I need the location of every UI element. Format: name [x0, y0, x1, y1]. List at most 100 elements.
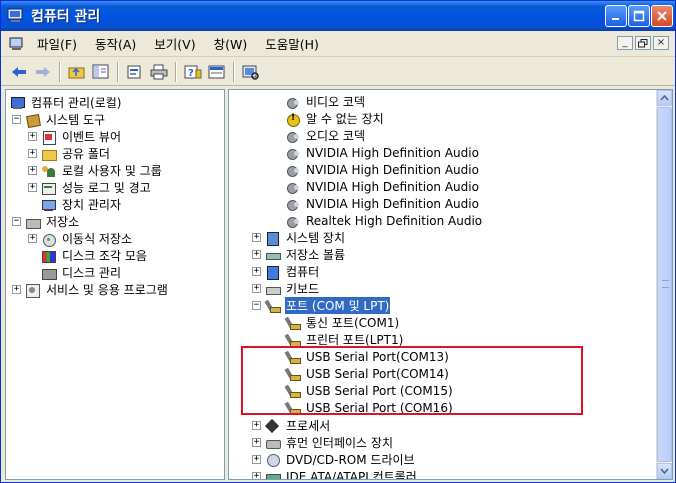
show-hide-tree-icon[interactable] — [91, 63, 111, 81]
menu-action[interactable]: 동작(A) — [89, 32, 142, 55]
close-button[interactable] — [651, 5, 673, 27]
collapse-toggle[interactable]: − — [252, 301, 261, 310]
device-item[interactable]: NVIDIA High Definition Audio — [285, 195, 480, 212]
expand-toggle[interactable]: + — [252, 455, 261, 464]
print-icon[interactable] — [149, 63, 169, 81]
expand-toggle[interactable]: + — [252, 250, 261, 259]
tree-node-system-tools[interactable]: − 시스템 도구 — [12, 111, 106, 128]
pc-icon — [265, 265, 281, 280]
tree-node-device-manager[interactable]: 장치 관리자 — [41, 196, 122, 213]
device-category[interactable]: + 키보드 — [252, 280, 320, 297]
removable-storage-icon — [41, 232, 57, 247]
tree-node-label: 저장소 — [46, 215, 80, 229]
scroll-thumb[interactable] — [657, 107, 672, 462]
tree-node-shared-folders[interactable]: + 공유 폴더 — [28, 145, 111, 162]
scroll-down-button[interactable] — [657, 463, 672, 479]
scan-hardware-icon[interactable] — [241, 63, 261, 81]
child-restore-button[interactable] — [635, 36, 651, 50]
device-item[interactable]: 통신 포트(COM1) — [285, 314, 400, 331]
sound-icon — [285, 146, 301, 160]
device-category[interactable]: + 프로세서 — [252, 417, 331, 434]
menu-window[interactable]: 창(W) — [208, 32, 254, 55]
device-category[interactable]: + IDE ATA/ATAPI 컨트롤러 — [252, 468, 418, 479]
forward-icon[interactable] — [33, 63, 53, 81]
hid-icon — [265, 436, 281, 450]
sound-icon — [285, 197, 301, 211]
expand-toggle[interactable]: + — [252, 284, 261, 293]
device-category[interactable]: + 컴퓨터 — [252, 263, 320, 280]
title-bar[interactable]: 컴퓨터 관리 — [1, 1, 675, 31]
expand-toggle[interactable]: + — [12, 285, 21, 294]
device-category-ports[interactable]: − 포트 (COM 및 LPT) — [252, 297, 391, 314]
expand-toggle[interactable]: + — [28, 149, 37, 158]
performance-icon — [41, 181, 57, 195]
up-folder-icon[interactable] — [67, 63, 87, 81]
document-icon — [9, 37, 25, 51]
back-icon[interactable] — [9, 63, 29, 81]
toolbar-separator — [59, 61, 61, 82]
expand-toggle[interactable]: + — [252, 267, 261, 276]
properties-icon[interactable] — [125, 63, 145, 81]
device-category[interactable]: + 저장소 볼륨 — [252, 246, 346, 263]
expand-toggle[interactable]: + — [252, 421, 261, 430]
menu-view[interactable]: 보기(V) — [148, 32, 201, 55]
device-item[interactable]: NVIDIA High Definition Audio — [285, 178, 480, 195]
expand-toggle[interactable]: + — [252, 438, 261, 447]
scroll-up-button[interactable] — [657, 90, 672, 106]
device-category[interactable]: + 시스템 장치 — [252, 229, 346, 246]
tree-node-disk-defragmenter[interactable]: 디스크 조각 모음 — [41, 247, 148, 264]
system-device-icon — [265, 231, 281, 246]
minimize-button[interactable] — [605, 5, 627, 27]
ide-controller-icon — [265, 470, 281, 479]
device-label: 비디오 코덱 — [306, 95, 366, 109]
tree-node-services-applications[interactable]: + 서비스 및 응용 프로그램 — [12, 281, 169, 298]
console-tree-pane[interactable]: 컴퓨터 관리(로컬) − 시스템 도구 + 이벤트 뷰어 + 공유 폴더 + 로… — [5, 89, 225, 480]
expand-toggle[interactable]: + — [28, 234, 37, 243]
device-item[interactable]: 알 수 없는 장치 — [285, 110, 385, 127]
device-tree-pane[interactable]: 비디오 코덱 알 수 없는 장치 오디오 코덱 NVIDIA High Defi… — [228, 89, 673, 480]
collapse-toggle[interactable]: − — [12, 115, 21, 124]
expand-toggle[interactable]: + — [28, 166, 37, 175]
dvd-icon — [265, 453, 281, 467]
device-label: 알 수 없는 장치 — [306, 112, 384, 126]
child-minimize-button[interactable]: _ — [617, 36, 633, 50]
device-label: 컴퓨터 — [286, 265, 320, 279]
usb-ports-highlight-box — [241, 346, 583, 415]
sound-icon — [285, 214, 301, 228]
computer-management-icon — [7, 8, 25, 24]
storage-icon — [25, 215, 41, 229]
tree-node-disk-management[interactable]: 디스크 관리 — [41, 264, 122, 281]
menu-help[interactable]: 도움말(H) — [259, 32, 325, 55]
tree-node-local-users[interactable]: + 로컬 사용자 및 그룹 — [28, 162, 163, 179]
device-label: NVIDIA High Definition Audio — [306, 162, 479, 177]
device-item[interactable]: 오디오 코덱 — [285, 127, 366, 144]
tree-node-performance-logs[interactable]: + 성능 로그 및 경고 — [28, 179, 152, 196]
device-category[interactable]: + DVD/CD-ROM 드라이브 — [252, 451, 416, 468]
disk-management-icon — [41, 266, 57, 280]
tree-node-label: 이동식 저장소 — [62, 232, 133, 246]
view-icon[interactable] — [207, 63, 227, 81]
device-label: 키보드 — [286, 282, 320, 296]
collapse-toggle[interactable]: − — [12, 217, 21, 226]
child-close-button[interactable]: × — [653, 36, 669, 50]
device-item[interactable]: Realtek High Definition Audio — [285, 212, 483, 229]
tree-node-computer-management[interactable]: 컴퓨터 관리(로컬) — [10, 94, 122, 111]
device-item[interactable]: NVIDIA High Definition Audio — [285, 161, 480, 178]
vertical-scrollbar[interactable] — [656, 90, 672, 479]
menu-file[interactable]: 파일(F) — [31, 32, 83, 55]
expand-toggle[interactable]: + — [28, 132, 37, 141]
device-category[interactable]: + 휴먼 인터페이스 장치 — [252, 434, 394, 451]
device-item[interactable]: NVIDIA High Definition Audio — [285, 144, 480, 161]
expand-toggle[interactable]: + — [252, 233, 261, 242]
toolbar-separator — [233, 61, 235, 82]
expand-toggle[interactable]: + — [28, 183, 37, 192]
expand-toggle[interactable]: + — [252, 472, 261, 479]
tree-node-removable-storage[interactable]: + 이동식 저장소 — [28, 230, 133, 247]
tree-node-storage[interactable]: − 저장소 — [12, 213, 80, 230]
help-icon[interactable]: ? — [183, 63, 203, 81]
tree-node-label: 시스템 도구 — [46, 113, 106, 127]
maximize-button[interactable] — [628, 5, 650, 27]
device-item[interactable]: 비디오 코덱 — [285, 93, 366, 110]
device-label: NVIDIA High Definition Audio — [306, 196, 479, 211]
tree-node-event-viewer[interactable]: + 이벤트 뷰어 — [28, 128, 122, 145]
